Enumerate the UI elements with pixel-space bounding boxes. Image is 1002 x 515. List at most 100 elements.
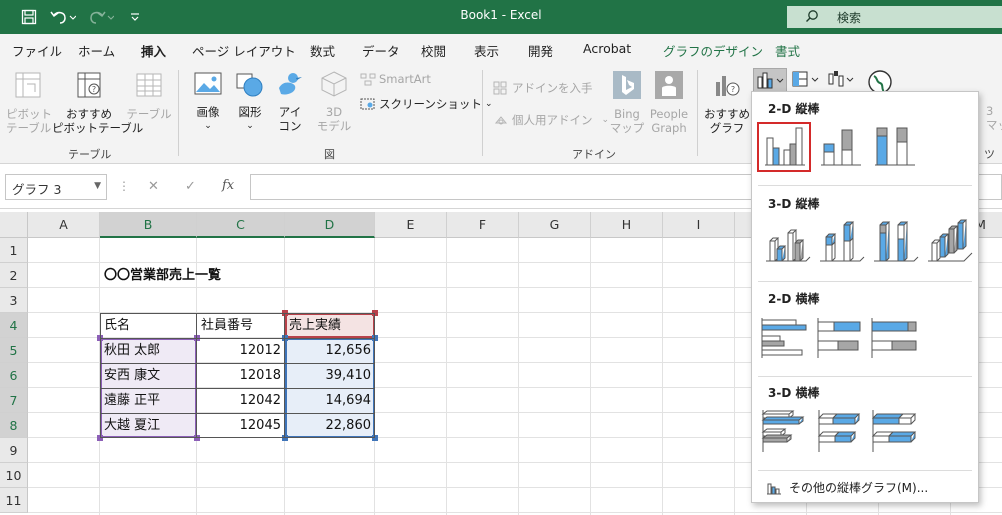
more-column-charts-label: その他の縦棒グラフ(M)... [789, 481, 929, 495]
search-box[interactable]: 検索 [787, 6, 1002, 28]
screenshot-button[interactable]: スクリーンショット ⌄ [360, 96, 492, 112]
icons-button[interactable]: アイ コン [272, 70, 308, 133]
shapes-button[interactable]: 図形 ⌄ [232, 70, 268, 133]
header-cell[interactable]: 社員番号 [197, 313, 285, 338]
3d-column-thumbnail[interactable] [924, 219, 974, 265]
row-header-6[interactable]: 6 [0, 363, 28, 388]
table-label: テーブル [126, 107, 172, 121]
customize-qat-icon[interactable] [124, 7, 146, 27]
data-cell[interactable]: 14,694 [285, 388, 375, 413]
stacked-bar-thumbnail[interactable] [815, 314, 865, 360]
gallery-divider [758, 281, 972, 282]
3d-100-stacked-bar-thumbnail[interactable] [869, 408, 919, 454]
row-header-2[interactable]: 2 [0, 263, 28, 288]
tab-10[interactable]: グラフのデザイン [663, 41, 763, 60]
smartart-icon [360, 73, 376, 86]
chevron-down-icon[interactable]: ▼ [94, 181, 101, 191]
cancel-icon[interactable]: ✕ [148, 179, 159, 194]
data-cell[interactable]: 22,860 [285, 413, 375, 438]
recommended-charts-button[interactable]: ? おすすめ グラフ [704, 70, 750, 135]
get-addins-button[interactable]: アドインを入手 [493, 80, 593, 96]
tab-4[interactable]: 数式 [310, 41, 335, 60]
column-header-b[interactable]: B [100, 212, 197, 238]
row-header-5[interactable]: 5 [0, 338, 28, 363]
data-cell[interactable]: 12042 [197, 388, 285, 413]
100-stacked-bar-thumbnail[interactable] [869, 314, 919, 360]
waterfall-chart-button[interactable] [826, 68, 860, 92]
pivot-table-button[interactable]: ピボット テーブル [6, 70, 52, 135]
smartart-button[interactable]: SmartArt [360, 72, 431, 86]
3d-model-button[interactable]: 3D モデル [312, 70, 356, 133]
data-cell[interactable]: 12012 [197, 338, 285, 363]
insert-function-button[interactable]: fx [222, 178, 234, 193]
column-header-e[interactable]: E [375, 212, 447, 238]
row-header-8[interactable]: 8 [0, 413, 28, 438]
tab-11[interactable]: 書式 [775, 41, 800, 60]
save-icon[interactable] [18, 7, 40, 27]
row-header-3[interactable]: 3 [0, 288, 28, 313]
tab-1[interactable]: ホーム [78, 41, 115, 60]
column-header-h[interactable]: H [591, 212, 663, 238]
sheet-title-cell[interactable]: 〇〇営業部売上一覧 [100, 263, 221, 288]
data-cell[interactable]: 39,410 [285, 363, 375, 388]
grid-line [734, 238, 735, 515]
people-graph-button[interactable]: People Graph [648, 70, 690, 135]
image-icon [194, 72, 222, 95]
name-box[interactable]: グラフ 3 ▼ [5, 174, 107, 200]
tab-7[interactable]: 表示 [474, 41, 499, 60]
data-cell[interactable]: 12018 [197, 363, 285, 388]
hierarchy-chart-button[interactable] [790, 68, 824, 92]
3d-clustered-column-thumbnail[interactable] [762, 219, 812, 265]
row-header-1[interactable]: 1 [0, 238, 28, 263]
column-header-i[interactable]: I [663, 212, 735, 238]
undo-icon[interactable] [48, 7, 78, 27]
select-all-corner[interactable] [0, 212, 28, 238]
3d-stacked-bar-thumbnail[interactable] [815, 408, 865, 454]
recommended-pivot-button[interactable]: ? おすすめ ピボットテーブル [52, 70, 143, 135]
tab-2[interactable]: 挿入 [141, 41, 167, 68]
stacked-column-thumbnail[interactable] [815, 124, 865, 170]
image-button[interactable]: 画像 ⌄ [188, 70, 228, 133]
tab-9[interactable]: Acrobat [583, 41, 631, 56]
data-cell[interactable]: 遠藤 正平 [100, 388, 197, 413]
pivot-table-label: ピボット テーブル [6, 107, 52, 135]
row-header-10[interactable]: 10 [0, 463, 28, 488]
enter-icon[interactable]: ✓ [185, 179, 196, 194]
3d-stacked-column-thumbnail[interactable] [816, 219, 866, 265]
tab-8[interactable]: 開発 [528, 41, 553, 60]
tab-0[interactable]: ファイル [12, 41, 62, 60]
column-chart-button[interactable] [753, 68, 787, 92]
data-cell[interactable]: 12045 [197, 413, 285, 438]
table-button[interactable]: テーブル [126, 70, 172, 121]
tab-3[interactable]: ページ レイアウト [192, 41, 296, 60]
column-header-f[interactable]: F [447, 212, 519, 238]
data-cell[interactable]: 秋田 太郎 [100, 338, 197, 363]
column-header-d[interactable]: D [285, 212, 375, 238]
row-header-9[interactable]: 9 [0, 438, 28, 463]
bing-maps-button[interactable]: Bing マップ [607, 70, 647, 135]
row-header-7[interactable]: 7 [0, 388, 28, 413]
tab-6[interactable]: 校閲 [421, 41, 446, 60]
100-stacked-column-thumbnail[interactable] [869, 124, 919, 170]
data-cell[interactable]: 大越 夏江 [100, 413, 197, 438]
more-column-charts-button[interactable]: その他の縦棒グラフ(M)... [766, 479, 928, 496]
clustered-bar-thumbnail[interactable] [759, 314, 809, 360]
data-cell[interactable]: 12,656 [285, 338, 375, 363]
column-header-a[interactable]: A [28, 212, 100, 238]
title-bar: Book1 - Excel 検索 [0, 0, 1002, 34]
row-header-4[interactable]: 4 [0, 313, 28, 338]
redo-icon[interactable] [86, 7, 116, 27]
tab-5[interactable]: データ [362, 41, 400, 60]
3d-clustered-bar-thumbnail[interactable] [759, 408, 809, 454]
my-addins-button[interactable]: 個人用アドイン ⌄ [493, 112, 609, 128]
column-header-g[interactable]: G [519, 212, 591, 238]
row-header-11[interactable]: 11 [0, 488, 28, 513]
column-header-c[interactable]: C [197, 212, 285, 238]
clustered-column-thumbnail[interactable] [757, 122, 811, 172]
3d-100-stacked-column-thumbnail[interactable] [870, 219, 920, 265]
header-cell[interactable]: 氏名 [100, 313, 197, 338]
data-cell[interactable]: 安西 康文 [100, 363, 197, 388]
header-cell[interactable]: 売上実績 [285, 313, 375, 338]
cube-icon [321, 71, 347, 97]
store-icon [493, 81, 507, 95]
